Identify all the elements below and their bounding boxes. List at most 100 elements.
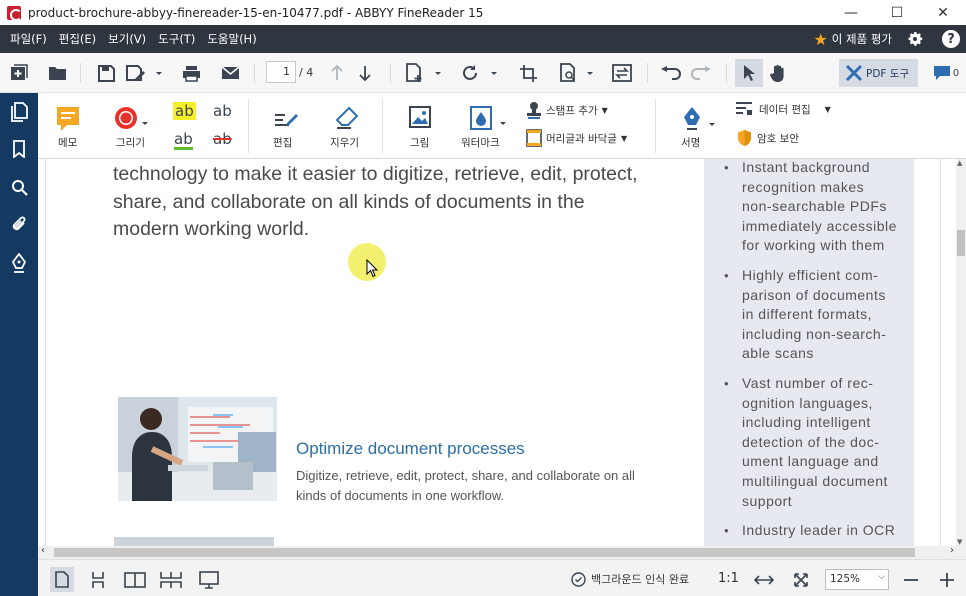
actual-size-button[interactable]: 1:1 (718, 571, 739, 586)
strikethrough-text-button[interactable]: ab (213, 131, 232, 147)
hand-tool-icon[interactable] (766, 61, 790, 85)
vertical-scroll-thumb[interactable] (957, 230, 965, 256)
pdf-tools-button[interactable]: PDF 도구 (839, 59, 918, 87)
vertical-scrollbar[interactable]: ▲ ▼ (956, 159, 966, 546)
minimize-button[interactable]: — (828, 0, 874, 25)
add-stamp-button[interactable]: 스탬프 추가 ▼ (526, 101, 608, 119)
insert-text-button[interactable]: ab (213, 102, 232, 120)
menu-view[interactable]: 보기(V) (102, 31, 152, 47)
main-toolbar: 1 / 4 PDF 도구 0 (0, 53, 966, 93)
description-line: kinds of documents in one workflow. (296, 488, 505, 503)
page-number-input[interactable]: 1 (266, 61, 296, 83)
scroll-up-icon[interactable]: ▲ (957, 159, 962, 167)
window-title: product-brochure-abbyy-finereader-15-en-… (28, 5, 484, 20)
data-edit-button[interactable]: 데이터 편집 ▼ (735, 101, 831, 117)
list-item: Highly efficient com- parison of documen… (724, 266, 908, 364)
draw-label: 그리기 (116, 137, 145, 149)
memo-icon[interactable] (56, 106, 80, 135)
list-item: Instant background recognition makes non… (724, 159, 908, 256)
menu-tools[interactable]: 도구(T) (152, 31, 201, 47)
header-footer-icon (526, 129, 542, 147)
star-icon: ★ (813, 29, 828, 49)
menu-file[interactable]: 파일(F) (4, 31, 53, 47)
bullet-line: parison of documents (742, 286, 886, 303)
comments-button[interactable]: 0 (930, 61, 962, 85)
fit-page-icon[interactable] (790, 570, 812, 590)
page-search-icon[interactable] (558, 61, 598, 85)
feature-sidebox: Instant background recognition makes non… (704, 159, 914, 546)
erase-label: 지우기 (330, 137, 359, 149)
fit-width-icon[interactable] (752, 570, 776, 590)
data-edit-icon (736, 102, 752, 115)
bullet-line: ument language and (742, 453, 879, 470)
image-icon[interactable] (409, 106, 431, 131)
select-cursor-icon[interactable] (735, 59, 763, 87)
horizontal-scrollbar[interactable]: ‹ › (38, 545, 966, 559)
maximize-button[interactable]: ☐ (874, 0, 920, 25)
check-circle-icon (571, 571, 586, 587)
scroll-right-icon[interactable]: › (950, 545, 954, 556)
compare-icon[interactable] (609, 61, 635, 85)
list-item: Industry leader in OCR (724, 521, 908, 541)
two-page-view-icon[interactable] (122, 570, 148, 590)
highlight-text-button[interactable]: ab (173, 102, 196, 120)
chevron-down-icon: ▼ (824, 104, 831, 114)
previous-page-icon[interactable] (327, 61, 347, 85)
menu-edit[interactable]: 편집(E) (53, 31, 102, 47)
horizontal-scroll-thumb[interactable] (54, 548, 915, 557)
rate-product-button[interactable]: ★ 이 제품 평가 (813, 30, 892, 49)
office-photo-2 (114, 537, 274, 546)
header-footer-button[interactable]: 머리글과 바닥글 ▼ (526, 129, 627, 147)
crop-icon[interactable] (518, 61, 538, 85)
scroll-down-icon[interactable]: ▼ (957, 538, 962, 546)
zoom-value: 125% (830, 573, 861, 585)
scroll-left-icon[interactable]: ‹ (41, 545, 45, 556)
gear-icon[interactable] (906, 30, 924, 48)
print-icon[interactable] (180, 61, 202, 85)
undo-icon[interactable] (658, 61, 684, 85)
single-page-view-icon[interactable] (50, 567, 74, 592)
chevron-down-icon: ⌵ (878, 572, 885, 582)
open-folder-icon[interactable] (46, 61, 68, 85)
password-security-button[interactable]: 암호 보안 (737, 129, 799, 147)
bullet-line: including intelligent (742, 414, 871, 431)
pdf-tools-ribbon: 메모 그리기 ab ab ab ab 편집 지우기 그림 워터마크 스탬프 추가… (38, 93, 966, 159)
sign-icon[interactable] (681, 105, 719, 136)
help-icon[interactable]: ? (942, 30, 960, 48)
search-icon[interactable] (9, 177, 29, 197)
presentation-view-icon[interactable] (196, 570, 222, 590)
signature-icon[interactable] (9, 253, 29, 273)
document-view[interactable]: technology to make it easier to digitize… (38, 159, 956, 546)
bullet-line: in different formats, (742, 306, 873, 323)
body-line: technology to make it easier to digitize… (113, 163, 638, 185)
menu-help[interactable]: 도움말(H) (201, 31, 262, 47)
next-page-icon[interactable] (355, 61, 375, 85)
eraser-icon[interactable] (335, 106, 359, 133)
status-bar: 백그라운드 인식 완료 1:1 125% ⌵ (38, 559, 966, 596)
image-label: 그림 (410, 137, 430, 149)
page-total: / 4 (299, 66, 314, 79)
add-page-icon[interactable] (404, 61, 444, 85)
watermark-icon[interactable] (468, 106, 512, 135)
bookmark-icon[interactable] (9, 139, 29, 159)
save-icon[interactable] (95, 61, 117, 85)
edit-icon[interactable] (273, 107, 299, 134)
underline-text-button[interactable]: ab (174, 131, 193, 150)
email-icon[interactable] (219, 61, 241, 85)
zoom-select[interactable]: 125% ⌵ (825, 569, 889, 590)
sign-label: 서명 (681, 137, 701, 149)
new-document-icon[interactable] (8, 61, 30, 85)
draw-icon[interactable] (113, 105, 149, 134)
bullet-line: recognition makes (742, 178, 865, 195)
pages-icon[interactable] (9, 102, 29, 122)
zoom-in-icon[interactable] (936, 570, 958, 590)
bullet-line: non-searchable PDFs (742, 198, 887, 215)
rotate-icon[interactable] (461, 61, 501, 85)
two-page-scroll-icon[interactable] (158, 570, 184, 590)
redo-icon[interactable] (688, 61, 714, 85)
zoom-out-icon[interactable] (900, 570, 922, 590)
continuous-view-icon[interactable] (86, 570, 110, 590)
attachment-icon[interactable] (9, 215, 29, 235)
save-as-icon[interactable] (124, 61, 164, 85)
close-button[interactable]: ✕ (920, 0, 966, 25)
